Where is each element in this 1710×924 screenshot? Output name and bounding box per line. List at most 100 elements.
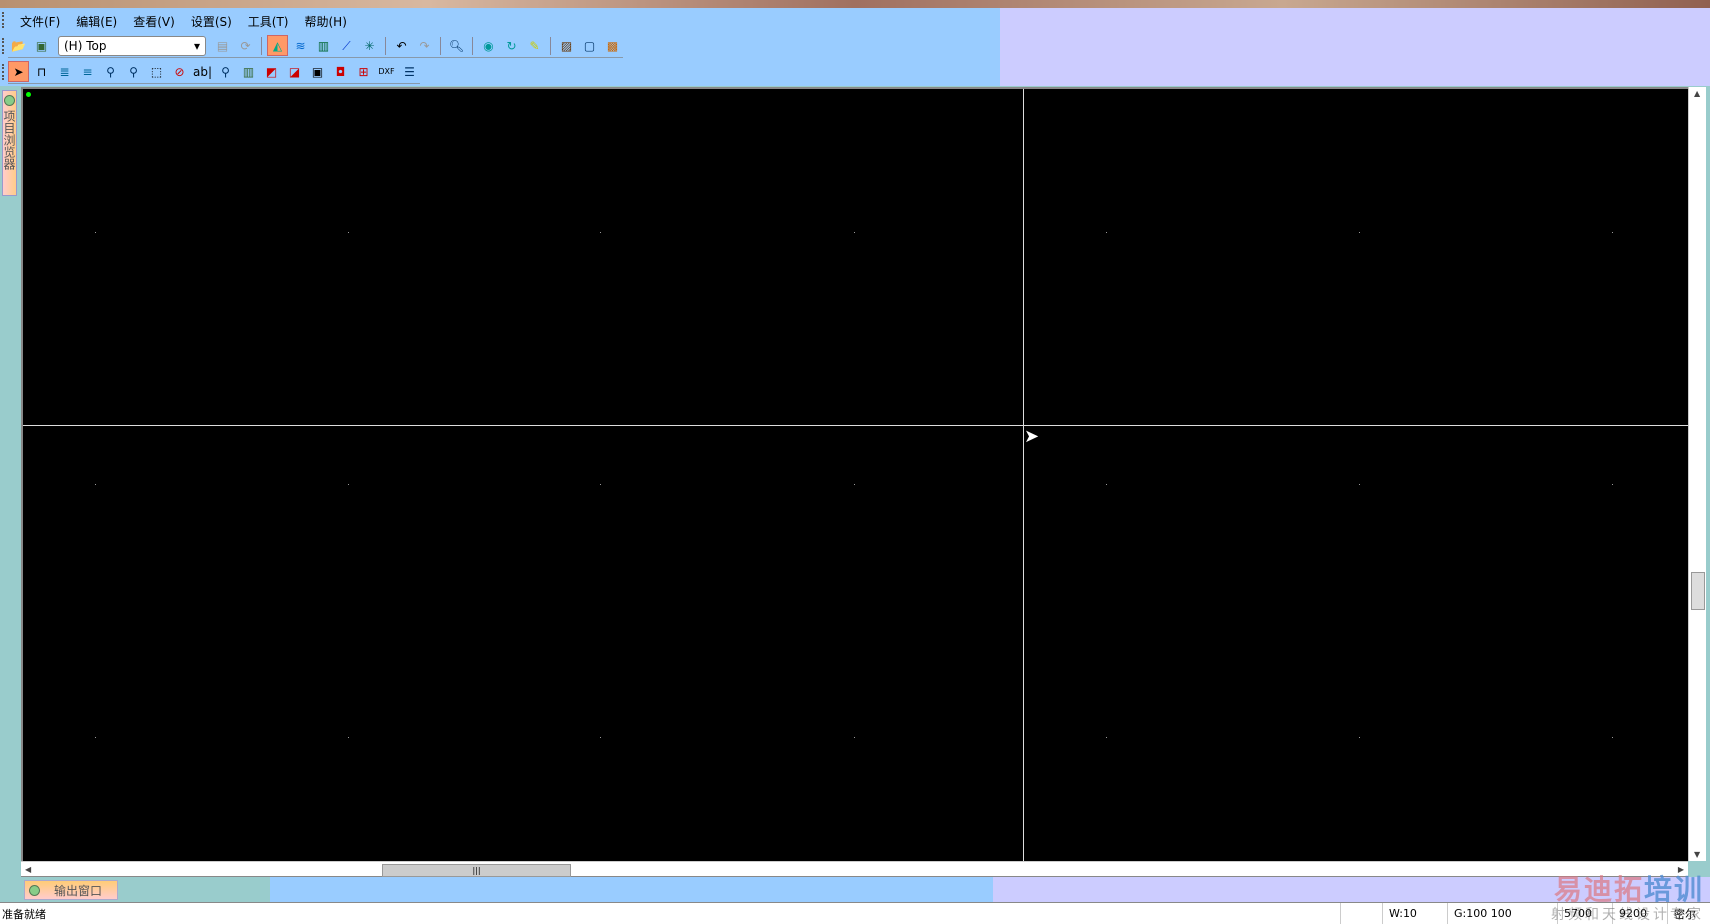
pin-swap-icon[interactable]: ▣ [307,61,328,82]
separator [385,36,386,55]
grid-dot [1612,484,1613,485]
menu-settings[interactable]: 设置(S) [183,13,240,30]
bus-icon[interactable]: ▥ [238,61,259,82]
grid-dot [348,737,349,738]
copper-cutout-icon[interactable]: ≡ [77,61,98,82]
grid-dot [1359,484,1360,485]
select-area-icon[interactable]: ⊓ [31,61,52,82]
vertical-scrollbar[interactable]: ▲ ▼ [1688,87,1706,861]
move-icon[interactable]: ⬚ [146,61,167,82]
toolbar-grip[interactable] [2,38,5,54]
grid-dot [600,232,601,233]
menu-edit[interactable]: 编辑(E) [68,13,125,30]
output-window-label: 输出窗口 [54,883,103,898]
vertical-scroll-thumb[interactable] [1691,572,1705,610]
grid-dot [95,737,96,738]
text-icon[interactable]: ab| [192,61,213,82]
grid-dot [1106,484,1107,485]
scroll-up-icon[interactable]: ▲ [1694,89,1700,98]
grid-dot [348,484,349,485]
grid-dot [95,232,96,233]
status-units: 密尔 [1667,903,1710,924]
copper-icon[interactable]: ≣ [54,61,75,82]
horizontal-scroll-thumb[interactable]: ||| [382,864,571,877]
save-icon[interactable]: ▣ [31,35,52,56]
split-divider-horizontal[interactable] [23,425,1688,426]
menu-help[interactable]: 帮助(H) [297,13,355,30]
zoom-icon[interactable]: 🔍︎ [446,35,467,56]
status-width: W:10 [1382,903,1447,924]
route-icon[interactable]: ≋ [290,35,311,56]
no-route-icon[interactable]: ⊘ [169,61,190,82]
grid-dot [1106,737,1107,738]
status-grid: G:100 100 [1447,903,1557,924]
menu-file[interactable]: 文件(F) [12,13,68,30]
component-icon[interactable]: ✳ [359,35,380,56]
design-toolbar-icon[interactable]: ◭ [267,35,288,56]
grid-dot [600,484,601,485]
separator [550,36,551,55]
open-icon[interactable]: 📂 [8,35,29,56]
grid-dot [1359,232,1360,233]
status-bar: 准备就绪 W:10 G:100 100 5700 9200 密尔 [0,902,1710,924]
drafting-icon[interactable]: ▥ [313,35,334,56]
undo-icon[interactable]: ↶ [391,35,412,56]
grid-dot [1106,232,1107,233]
design-canvas[interactable]: ➤ [21,87,1688,861]
layer-split-icon[interactable]: ◪ [284,61,305,82]
line-icon[interactable]: ⟋ [336,35,357,56]
pads-icon[interactable]: ▩ [602,35,623,56]
grid-dot [1359,737,1360,738]
gate-swap-icon[interactable]: ◘ [330,61,351,82]
window-icon[interactable]: ▢ [579,35,600,56]
split-divider-vertical[interactable] [1023,89,1024,861]
list-icon[interactable]: ☰ [399,61,420,82]
grid-dot [854,737,855,738]
grid-dot [854,484,855,485]
project-explorer-label: 项目浏览器 [2,110,16,170]
grid-dot [1612,232,1613,233]
standard-toolbar: 📂 ▣ (H) Top ▾ ▤ ⟳ ◭ ≋ ▥ ⟋ ✳ ↶ ↷ 🔍︎ ◉ ↻ ✎ … [8,34,623,58]
dxf-icon[interactable]: DXF [376,61,397,82]
refresh-icon[interactable]: ⟳ [235,35,256,56]
separator [440,36,441,55]
project-explorer-tab[interactable]: 项目浏览器 [2,90,17,196]
macro-icon[interactable]: ▨ [556,35,577,56]
status-dot-icon [29,884,40,896]
status-dot-icon [4,95,15,106]
scroll-down-icon[interactable]: ▼ [1694,850,1700,859]
layer-select[interactable]: (H) Top ▾ [58,35,206,56]
add-component-icon[interactable]: ⊞ [353,61,374,82]
layer-select-value: (H) Top [64,38,107,53]
origin-marker [26,92,31,97]
horizontal-scrollbar[interactable]: ◀ ||| ▶ [21,861,1688,877]
output-window-tab[interactable]: 输出窗口 [24,880,118,900]
grid-dot [600,737,601,738]
mouse-cursor-icon: ➤ [1024,426,1040,447]
autoroute-icon[interactable]: ⚲ [215,61,236,82]
title-strip [0,0,1710,8]
scroll-left-icon[interactable]: ◀ [25,865,31,874]
status-empty [1340,903,1382,924]
separator [261,36,262,55]
add-route-icon[interactable]: ⚲ [100,61,121,82]
redraw-icon[interactable]: ↻ [501,35,522,56]
menu-view[interactable]: 查看(V) [125,13,183,30]
properties-icon[interactable]: ▤ [212,35,233,56]
scroll-right-icon[interactable]: ▶ [1678,865,1684,874]
menu-tools[interactable]: 工具(T) [240,13,297,30]
grid-dot [95,484,96,485]
toolbar-grip[interactable] [2,64,5,80]
redo-icon[interactable]: ↷ [414,35,435,56]
layer-pair-icon[interactable]: ◩ [261,61,282,82]
select-icon[interactable]: ➤ [8,61,29,82]
brush-icon[interactable]: ✎ [524,35,545,56]
view-icon[interactable]: ◉ [478,35,499,56]
separator [472,36,473,55]
dynamic-route-icon[interactable]: ⚲ [123,61,144,82]
status-y: 9200 [1612,903,1667,924]
status-message: 准备就绪 [2,907,46,921]
grid-dot [348,232,349,233]
sidebar: 项目浏览器 [0,86,21,876]
output-bar: 输出窗口 [0,877,1710,902]
